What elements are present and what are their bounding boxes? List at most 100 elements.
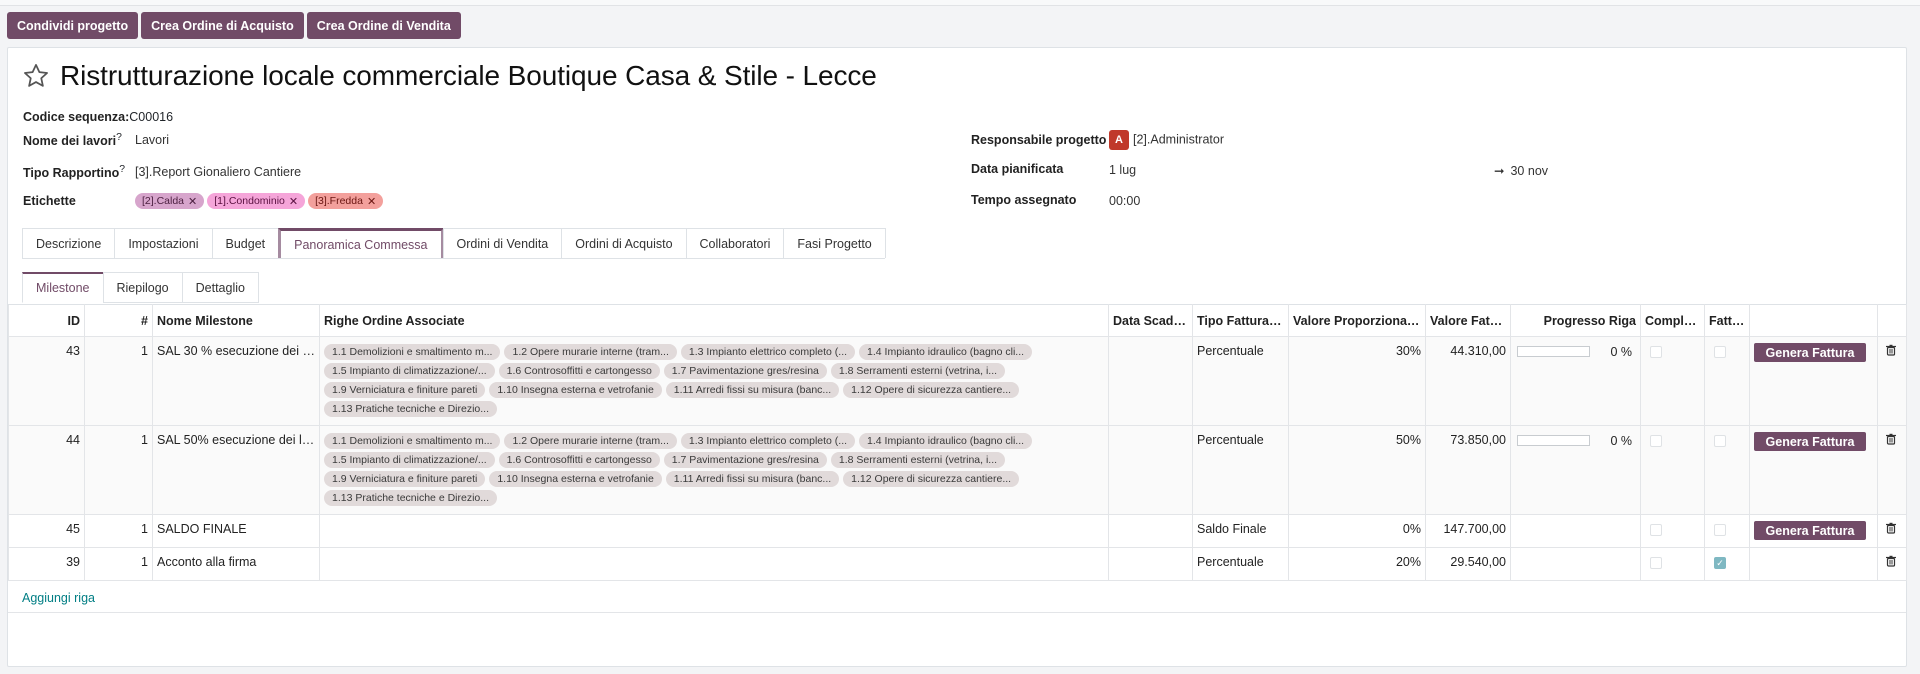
cell-order-lines[interactable] bbox=[319, 547, 1109, 581]
cell-due-date[interactable] bbox=[1108, 514, 1193, 548]
order-line-chip[interactable]: 1.1 Demolizioni e smaltimento m... bbox=[324, 344, 501, 360]
cell-id[interactable]: 39 bbox=[8, 547, 85, 581]
order-line-chip[interactable]: 1.6 Controsoffitti e cartongesso bbox=[498, 452, 660, 468]
tab-fasi-progetto[interactable]: Fasi Progetto bbox=[783, 228, 886, 258]
generate-invoice-button[interactable]: Genera Fattura bbox=[1754, 521, 1866, 540]
cell-due-date[interactable] bbox=[1108, 336, 1193, 426]
project-manager-value[interactable]: A [2].Administrator bbox=[1109, 130, 1224, 150]
order-line-chip[interactable]: 1.2 Opere murarie interne (tram... bbox=[504, 344, 677, 360]
column-header-completed[interactable]: Comple... bbox=[1640, 304, 1705, 337]
create-purchase-order-button[interactable]: Crea Ordine di Acquisto bbox=[141, 12, 304, 39]
order-line-chip[interactable]: 1.4 Impianto idraulico (bagno cli... bbox=[859, 344, 1033, 360]
invoiced-checkbox[interactable]: ✓ bbox=[1714, 556, 1726, 569]
invoiced-checkbox[interactable] bbox=[1714, 523, 1726, 536]
order-line-chip[interactable]: 1.3 Impianto elettrico completo (... bbox=[680, 433, 856, 449]
cell-seq[interactable]: 1 bbox=[84, 547, 153, 581]
column-header-seq[interactable]: # bbox=[84, 304, 153, 337]
remove-tag-icon[interactable]: ✕ bbox=[188, 195, 197, 208]
star-icon[interactable] bbox=[22, 62, 50, 90]
subtab-riepilogo[interactable]: Riepilogo bbox=[102, 272, 183, 303]
invoiced-checkbox[interactable] bbox=[1714, 345, 1726, 358]
order-line-chip[interactable]: 1.5 Impianto di climatizzazione/... bbox=[324, 452, 495, 468]
column-header-id[interactable]: ID bbox=[8, 304, 85, 337]
cell-milestone-name[interactable]: SAL 50% esecuzione dei la... bbox=[152, 425, 320, 515]
order-line-chip[interactable]: 1.12 Opere di sicurezza cantiere... bbox=[843, 382, 1020, 398]
cell-billing-type[interactable]: Percentuale bbox=[1192, 547, 1289, 581]
allocated-time-value[interactable]: 00:00 bbox=[1109, 194, 1140, 208]
order-line-chip[interactable]: 1.10 Insegna esterna e vetrofanie bbox=[489, 471, 662, 487]
column-header-progress[interactable]: Progresso Riga bbox=[1510, 304, 1641, 337]
order-line-chip[interactable]: 1.11 Arredi fissi su misura (banc... bbox=[665, 382, 840, 398]
trash-icon[interactable] bbox=[1885, 555, 1897, 567]
cell-proportional-value[interactable]: 50% bbox=[1288, 425, 1426, 515]
cell-proportional-value[interactable]: 0% bbox=[1288, 514, 1426, 548]
order-line-chip[interactable]: 1.8 Serramenti esterni (vetrina, i... bbox=[830, 452, 1006, 468]
cell-seq[interactable]: 1 bbox=[84, 514, 153, 548]
order-line-chip[interactable]: 1.13 Pratiche tecniche e Direzio... bbox=[324, 401, 497, 417]
report-type-value[interactable]: [3].Report Gionaliero Cantiere bbox=[135, 165, 301, 179]
cell-invoice-value[interactable]: 73.850,00 bbox=[1425, 425, 1511, 515]
trash-icon[interactable] bbox=[1885, 433, 1897, 445]
cell-billing-type[interactable]: Saldo Finale bbox=[1192, 514, 1289, 548]
column-header-proportional-value[interactable]: Valore Proporzionale ... bbox=[1288, 304, 1426, 337]
planned-end-date[interactable]: ➞ 30 nov bbox=[1494, 163, 1548, 178]
trash-icon[interactable] bbox=[1885, 522, 1897, 534]
tab-descrizione[interactable]: Descrizione bbox=[22, 228, 116, 258]
subtab-dettaglio[interactable]: Dettaglio bbox=[181, 272, 259, 303]
order-line-chip[interactable]: 1.13 Pratiche tecniche e Direzio... bbox=[324, 490, 497, 506]
tab-collaboratori[interactable]: Collaboratori bbox=[685, 228, 785, 258]
cell-seq[interactable]: 1 bbox=[84, 425, 153, 515]
work-name-value[interactable]: Lavori bbox=[135, 133, 169, 147]
cell-order-lines[interactable] bbox=[319, 514, 1109, 548]
remove-tag-icon[interactable]: ✕ bbox=[367, 195, 376, 208]
tab-impostazioni[interactable]: Impostazioni bbox=[114, 228, 213, 258]
order-line-chip[interactable]: 1.4 Impianto idraulico (bagno cli... bbox=[859, 433, 1033, 449]
order-line-chip[interactable]: 1.11 Arredi fissi su misura (banc... bbox=[665, 471, 840, 487]
add-line-link[interactable]: Aggiungi riga bbox=[22, 591, 95, 605]
table-row[interactable]: 43 1 SAL 30 % esecuzione dei la... 1.1 Demo… bbox=[8, 336, 1907, 426]
column-header-invoice-value[interactable]: Valore Fattu... bbox=[1425, 304, 1511, 337]
order-line-chip[interactable]: 1.7 Pavimentazione gres/resina bbox=[663, 363, 827, 379]
cell-milestone-name[interactable]: SALDO FINALE bbox=[152, 514, 320, 548]
cell-due-date[interactable] bbox=[1108, 425, 1193, 515]
subtab-milestone[interactable]: Milestone bbox=[22, 272, 104, 303]
share-project-button[interactable]: Condividi progetto bbox=[7, 12, 139, 39]
order-line-chip[interactable]: 1.1 Demolizioni e smaltimento m... bbox=[324, 433, 501, 449]
cell-order-lines[interactable]: 1.1 Demolizioni e smaltimento m... 1.2 Op… bbox=[319, 336, 1109, 426]
column-header-due-date[interactable]: Data Scade... bbox=[1108, 304, 1193, 337]
completed-checkbox[interactable] bbox=[1650, 345, 1662, 358]
cell-due-date[interactable] bbox=[1108, 547, 1193, 581]
tags-field[interactable]: [2].Calda ✕ [1].Condominio ✕ [3].Fredda ✕ bbox=[135, 193, 386, 209]
table-row[interactable]: 45 1 SALDO FINALE Saldo Finale 0% 147.700,00 G… bbox=[8, 514, 1907, 548]
cell-billing-type[interactable]: Percentuale bbox=[1192, 425, 1289, 515]
order-line-chip[interactable]: 1.7 Pavimentazione gres/resina bbox=[663, 452, 827, 468]
order-line-chip[interactable]: 1.2 Opere murarie interne (tram... bbox=[504, 433, 677, 449]
cell-invoice-value[interactable]: 147.700,00 bbox=[1425, 514, 1511, 548]
cell-order-lines[interactable]: 1.1 Demolizioni e smaltimento m... 1.2 Op… bbox=[319, 425, 1109, 515]
column-header-name[interactable]: Nome Milestone bbox=[152, 304, 320, 337]
remove-tag-icon[interactable]: ✕ bbox=[289, 195, 298, 208]
cell-invoice-value[interactable]: 29.540,00 bbox=[1425, 547, 1511, 581]
create-sale-order-button[interactable]: Crea Ordine di Vendita bbox=[306, 12, 461, 39]
cell-milestone-name[interactable]: SAL 30 % esecuzione dei la... bbox=[152, 336, 320, 426]
cell-seq[interactable]: 1 bbox=[84, 336, 153, 426]
completed-checkbox[interactable] bbox=[1650, 434, 1662, 447]
tab-ordini-acquisto[interactable]: Ordini di Acquisto bbox=[561, 228, 687, 258]
cell-proportional-value[interactable]: 30% bbox=[1288, 336, 1426, 426]
planned-start-date[interactable]: 1 lug bbox=[1109, 163, 1136, 177]
cell-id[interactable]: 45 bbox=[8, 514, 85, 548]
completed-checkbox[interactable] bbox=[1650, 556, 1662, 569]
column-header-invoiced[interactable]: Fattu... bbox=[1704, 304, 1750, 337]
order-line-chip[interactable]: 1.6 Controsoffitti e cartongesso bbox=[498, 363, 660, 379]
cell-billing-type[interactable]: Percentuale bbox=[1192, 336, 1289, 426]
cell-milestone-name[interactable]: Acconto alla firma bbox=[152, 547, 320, 581]
tab-ordini-vendita[interactable]: Ordini di Vendita bbox=[442, 228, 563, 258]
table-row[interactable]: 44 1 SAL 50% esecuzione dei la... 1.1 Demol… bbox=[8, 425, 1907, 515]
tab-budget[interactable]: Budget bbox=[211, 228, 280, 258]
invoiced-checkbox[interactable] bbox=[1714, 434, 1726, 447]
order-line-chip[interactable]: 1.3 Impianto elettrico completo (... bbox=[680, 344, 856, 360]
table-row[interactable]: 39 1 Acconto alla firma Percentuale 20% 29.54… bbox=[8, 547, 1907, 581]
order-line-chip[interactable]: 1.9 Verniciatura e finiture pareti bbox=[324, 471, 486, 487]
column-header-billing-type[interactable]: Tipo Fatturazi... bbox=[1192, 304, 1289, 337]
order-line-chip[interactable]: 1.8 Serramenti esterni (vetrina, i... bbox=[830, 363, 1006, 379]
